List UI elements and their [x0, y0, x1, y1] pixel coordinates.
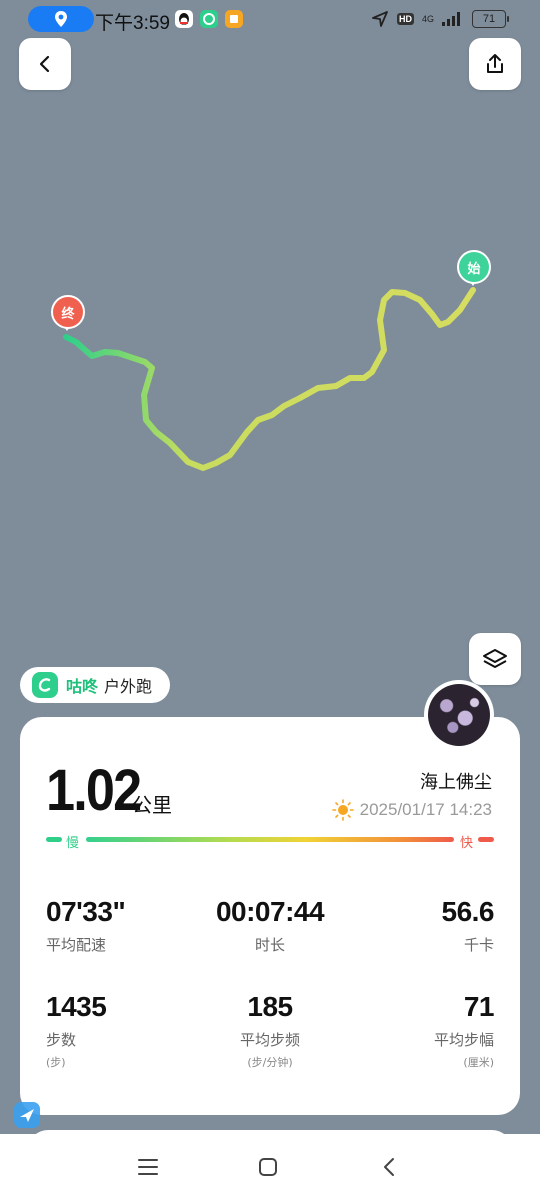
status-right: HD 4G 71 — [371, 9, 509, 29]
avatar-image — [428, 684, 490, 746]
stat-label: 平均步幅 — [433, 1031, 494, 1049]
app-name: 咕咚 — [66, 677, 99, 696]
avatar[interactable] — [424, 680, 494, 750]
stat-label: 平均步频 — [239, 1031, 300, 1049]
stat-value: 71 — [463, 991, 495, 1022]
stat-value: 00:07:44 — [215, 896, 325, 927]
stat-duration: 00:07:44 时长 — [190, 896, 350, 955]
network-type: 4G — [421, 13, 434, 24]
location-pin-icon — [55, 11, 67, 27]
distance-value: 1.02 — [46, 758, 142, 823]
status-bar: 下午3:59 HD 4G 71 — [0, 0, 540, 38]
stat-avg-pace: 07'33" 平均配速 — [46, 896, 206, 955]
app-activity-badge: 咕咚 户外跑 — [20, 667, 170, 703]
layers-icon — [483, 649, 507, 668]
stat-calories: 56.6 千卡 — [334, 896, 495, 955]
stat-cadence: 185 平均步频 (步/分钟) — [190, 991, 350, 1070]
stat-label: 平均配速 — [46, 936, 107, 954]
pace-legend: 慢 快 — [46, 832, 494, 851]
battery-icon: 71 — [472, 10, 509, 28]
stat-label: 步数 — [46, 1031, 77, 1049]
qq-icon — [175, 10, 193, 28]
stat-unit: (步/分钟) — [247, 1056, 293, 1069]
user-name: 海上佛尘 — [420, 772, 492, 793]
stat-label: 时长 — [254, 936, 285, 954]
hd-icon: HD — [396, 13, 414, 25]
stat-value: 185 — [247, 991, 293, 1022]
pace-slow-label: 慢 — [66, 836, 80, 851]
date-row: 2025/01/17 14:23 — [331, 799, 492, 821]
navigation-arrow-icon — [372, 11, 388, 27]
map-layers-button[interactable] — [469, 633, 521, 685]
start-label: 始 — [457, 250, 491, 284]
stat-steps: 1435 步数 (步) — [46, 991, 206, 1070]
back-button[interactable] — [19, 38, 71, 90]
end-label: 终 — [51, 295, 85, 329]
distance-unit: 公里 — [132, 793, 172, 817]
stat-value: 1435 — [46, 991, 107, 1022]
watermark-icon — [14, 1102, 40, 1128]
activity-type: 户外跑 — [104, 677, 153, 696]
start-marker[interactable]: 始 — [457, 250, 491, 290]
stat-value: 56.6 — [441, 896, 495, 927]
stat-unit: (步) — [46, 1056, 66, 1069]
stat-label: 千卡 — [463, 936, 494, 954]
share-button[interactable] — [469, 38, 521, 90]
location-indicator — [28, 6, 94, 32]
home-icon[interactable] — [255, 1154, 281, 1180]
back-nav-icon[interactable] — [377, 1154, 403, 1180]
battery-level: 71 — [482, 13, 496, 25]
share-icon — [487, 54, 503, 73]
notes-notify-icon — [225, 10, 243, 28]
stat-value: 07'33" — [46, 896, 126, 927]
end-marker[interactable]: 终 — [51, 295, 85, 335]
codoon-notify-icon — [200, 10, 218, 28]
codoon-logo-icon — [32, 672, 58, 698]
stat-unit: (厘米) — [463, 1056, 494, 1069]
status-time: 下午3:59 — [95, 13, 170, 34]
back-arrow-icon — [39, 55, 50, 73]
activity-date: 2025/01/17 14:23 — [359, 800, 492, 819]
pace-fast-label: 快 — [460, 836, 474, 851]
pace-gradient — [86, 837, 454, 842]
menu-icon[interactable] — [135, 1154, 161, 1180]
sun-icon — [331, 799, 354, 821]
route-path — [63, 287, 476, 471]
signal-icon — [442, 12, 460, 26]
stat-stride: 71 平均步幅 (厘米) — [334, 991, 495, 1070]
system-nav-bar — [0, 1134, 540, 1200]
